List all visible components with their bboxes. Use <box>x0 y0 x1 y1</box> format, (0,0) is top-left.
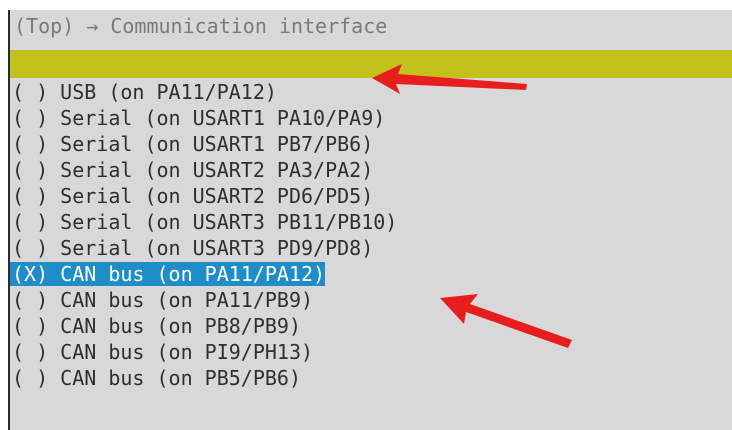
window-top-strip <box>0 0 732 10</box>
choice-label: CAN bus (on PA11/PA12) <box>60 262 326 286</box>
choice-item-usb[interactable]: ( ) USB (on PA11/PA12) <box>10 79 732 105</box>
terminal-window: (Top) → Communication interface ( ) USB … <box>0 0 732 430</box>
choice-item-serial-usart1-pb7[interactable]: ( ) Serial (on USART1 PB7/PB6) <box>10 131 732 157</box>
radio-marker: ( ) <box>12 80 49 104</box>
choice-item-serial-usart1-pa10[interactable]: ( ) Serial (on USART1 PA10/PA9) <box>10 105 732 131</box>
choice-item-serial-usart3-pd9[interactable]: ( ) Serial (on USART3 PD9/PD8) <box>10 235 732 261</box>
radio-marker: ( ) <box>12 210 49 234</box>
choice-list: ( ) USB (on PA11/PA12) ( ) Serial (on US… <box>10 79 732 391</box>
choice-label: Serial (on USART1 PA10/PA9) <box>60 106 386 130</box>
choice-item-can-pa11-pb9[interactable]: ( ) CAN bus (on PA11/PB9) <box>10 287 732 313</box>
choice-item-serial-usart2-pa3[interactable]: ( ) Serial (on USART2 PA3/PA2) <box>10 157 732 183</box>
choice-item-can-pi9-ph13[interactable]: ( ) CAN bus (on PI9/PH13) <box>10 339 732 365</box>
choice-item-serial-usart3-pb11[interactable]: ( ) Serial (on USART3 PB11/PB10) <box>10 209 732 235</box>
radio-marker: ( ) <box>12 366 49 390</box>
choice-label: CAN bus (on PA11/PB9) <box>60 288 314 312</box>
radio-marker: ( ) <box>12 340 49 364</box>
choice-label: CAN bus (on PB8/PB9) <box>60 314 301 338</box>
radio-marker: ( ) <box>12 132 49 156</box>
choice-label: Serial (on USART3 PB11/PB10) <box>60 210 398 234</box>
choice-item-can-pb8-pb9[interactable]: ( ) CAN bus (on PB8/PB9) <box>10 313 732 339</box>
choice-item-can-pb5-pb6[interactable]: ( ) CAN bus (on PB5/PB6) <box>10 365 732 391</box>
radio-marker: ( ) <box>12 236 49 260</box>
radio-marker: ( ) <box>12 288 49 312</box>
choice-item-can-pa11-pa12[interactable]: (X) CAN bus (on PA11/PA12) <box>10 261 732 287</box>
choice-label: Serial (on USART2 PA3/PA2) <box>60 158 374 182</box>
menuconfig-panel: (Top) → Communication interface ( ) USB … <box>8 10 732 430</box>
choice-label: Serial (on USART2 PD6/PD5) <box>60 184 374 208</box>
choice-label: Serial (on USART3 PD9/PD8) <box>60 236 374 260</box>
choice-label: Serial (on USART1 PB7/PB6) <box>60 132 374 156</box>
radio-marker: ( ) <box>12 184 49 208</box>
radio-marker: ( ) <box>12 106 49 130</box>
page-title: (Top) → Communication interface <box>14 14 388 38</box>
radio-marker: ( ) <box>12 158 49 182</box>
search-highlight-bar <box>10 50 732 78</box>
radio-marker: (X) <box>12 262 49 286</box>
choice-item-serial-usart2-pd6[interactable]: ( ) Serial (on USART2 PD6/PD5) <box>10 183 732 209</box>
choice-label: CAN bus (on PI9/PH13) <box>60 340 314 364</box>
choice-label: USB (on PA11/PA12) <box>60 80 277 104</box>
radio-marker: ( ) <box>12 314 49 338</box>
choice-label: CAN bus (on PB5/PB6) <box>60 366 301 390</box>
